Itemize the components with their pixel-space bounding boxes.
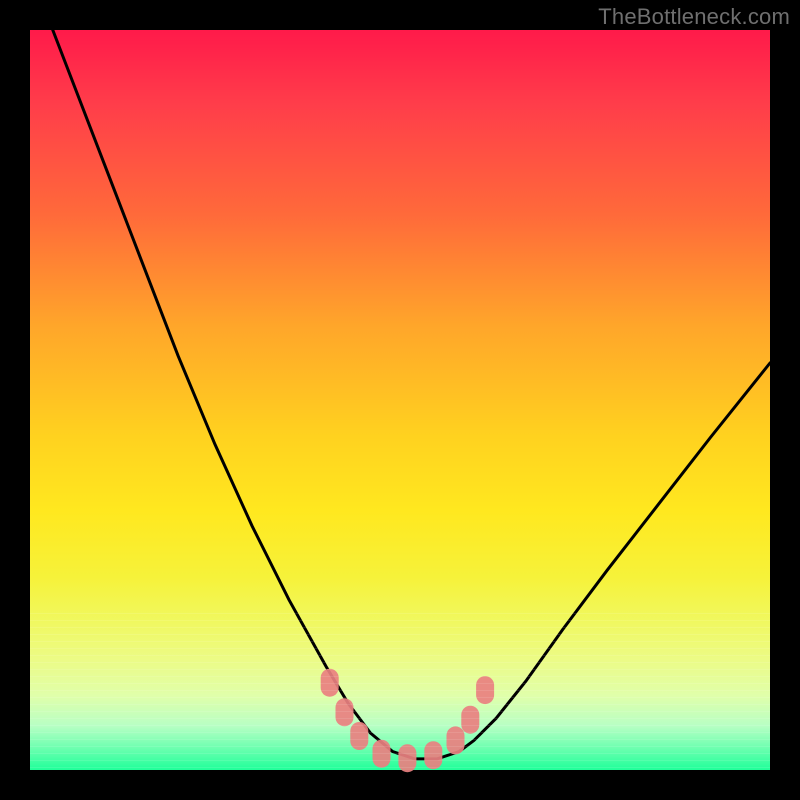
curve-marker	[321, 669, 339, 697]
curve-marker	[398, 744, 416, 772]
curve-marker	[350, 722, 368, 750]
watermark-text: TheBottleneck.com	[598, 4, 790, 30]
curve-marker	[476, 676, 494, 704]
curve-marker	[424, 741, 442, 769]
curve-line	[30, 0, 770, 759]
chart-svg	[30, 30, 770, 770]
plot-area	[30, 30, 770, 770]
curve-marker	[461, 706, 479, 734]
curve-marker	[336, 698, 354, 726]
curve-markers	[321, 669, 494, 773]
bottleneck-curve	[30, 0, 770, 759]
chart-frame: TheBottleneck.com	[0, 0, 800, 800]
curve-marker	[373, 740, 391, 768]
curve-marker	[447, 726, 465, 754]
